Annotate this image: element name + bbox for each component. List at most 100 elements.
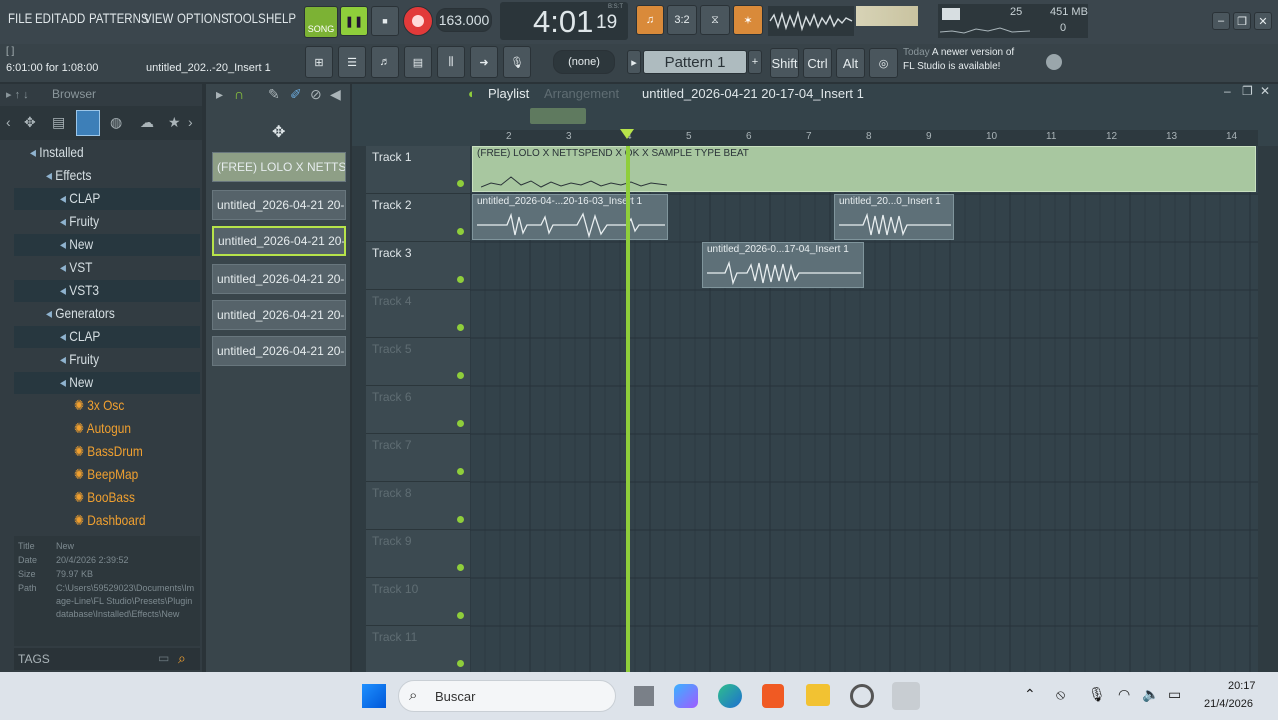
- task-view-icon[interactable]: [634, 686, 654, 706]
- song-mode-toggle[interactable]: SONG: [304, 6, 338, 38]
- menu-options[interactable]: OPTIONS: [177, 10, 229, 26]
- track-mute-led[interactable]: [457, 324, 464, 331]
- move-icon[interactable]: ✥: [24, 114, 36, 131]
- ctrl-key-button[interactable]: Ctrl: [803, 48, 832, 78]
- tree-item-installed[interactable]: ◂ Installed: [30, 144, 84, 161]
- channel-selector[interactable]: (none): [553, 50, 615, 74]
- snap-tool-button[interactable]: ⊞: [305, 46, 333, 78]
- track-header[interactable]: Track 1: [366, 146, 470, 194]
- track-header[interactable]: Track 7: [366, 434, 470, 482]
- copilot-icon[interactable]: [674, 684, 698, 708]
- track-mute-led[interactable]: [457, 660, 464, 667]
- menu-patterns[interactable]: PATTERNS: [89, 10, 149, 26]
- track-mute-led[interactable]: [457, 564, 464, 571]
- clip-picker-item[interactable]: untitled_2026-04-21 20-...: [212, 190, 346, 220]
- menu-view[interactable]: VIEW: [144, 10, 173, 26]
- metronome-button[interactable]: ♫: [636, 5, 664, 35]
- pattern-selector[interactable]: Pattern 1: [643, 50, 747, 74]
- network-off-icon[interactable]: ⦸: [1056, 686, 1065, 703]
- tree-item-boobass[interactable]: ✺ BooBass: [74, 489, 135, 506]
- pattern-add-button[interactable]: +: [748, 50, 762, 74]
- cloud-icon[interactable]: ☁: [140, 114, 154, 131]
- tree-item-effects[interactable]: ◂ Effects: [46, 167, 91, 184]
- picker-move-icon[interactable]: ✥: [272, 122, 285, 142]
- tree-item-beepmap[interactable]: ✺ BeepMap: [74, 466, 138, 483]
- send-button[interactable]: ➜: [470, 46, 498, 78]
- tree-item-clap[interactable]: ◂ CLAP: [60, 190, 100, 207]
- alt-key-button[interactable]: Alt: [836, 48, 865, 78]
- playlist-scroll-thumb[interactable]: [530, 108, 586, 124]
- minimize-button[interactable]: –: [1212, 12, 1230, 30]
- audio-clip-track2-b[interactable]: untitled_20...0_Insert 1: [834, 194, 954, 240]
- maximize-button[interactable]: ❐: [1233, 12, 1251, 30]
- online-news-button[interactable]: ◎: [869, 48, 898, 78]
- news-panel[interactable]: Today A newer version of FL Studio is av…: [903, 46, 1069, 78]
- wait-input-button[interactable]: ⧖: [700, 5, 730, 35]
- expand-icon[interactable]: ›: [188, 114, 193, 130]
- brush-icon[interactable]: ✐: [290, 86, 302, 103]
- obs-icon[interactable]: [850, 684, 874, 708]
- wifi-icon[interactable]: ◠: [1118, 686, 1130, 703]
- pl-maximize-icon[interactable]: ❐: [1242, 84, 1253, 98]
- audio-clip-track2-a[interactable]: untitled_2026-04-...20-16-03_Insert 1: [472, 194, 668, 240]
- audio-clip-track3[interactable]: untitled_2026-0...17-04_Insert 1: [702, 242, 864, 288]
- track-header[interactable]: Track 4: [366, 290, 470, 338]
- playlist-button[interactable]: ☰: [338, 46, 366, 78]
- star-icon[interactable]: ★: [168, 114, 181, 131]
- playlist-grid[interactable]: (FREE) LOLO X NETTSPEND X OK X SAMPLE TY…: [470, 146, 1258, 672]
- edge-icon[interactable]: [718, 684, 742, 708]
- track-header[interactable]: Track 9: [366, 530, 470, 578]
- folder-icon[interactable]: ▭: [158, 651, 169, 665]
- tree-item-autogun[interactable]: ✺ Autogun: [74, 420, 131, 437]
- plugin-database-icon[interactable]: [76, 110, 100, 136]
- tree-item-dashboard[interactable]: ✺ Dashboard: [74, 512, 146, 529]
- tree-item-new[interactable]: ◂ New: [60, 374, 93, 391]
- pl-minimize-icon[interactable]: –: [1224, 84, 1231, 98]
- tree-item-fruity[interactable]: ◂ Fruity: [60, 351, 99, 368]
- audio-clip-beat[interactable]: (FREE) LOLO X NETTSPEND X OK X SAMPLE TY…: [472, 146, 1256, 192]
- tree-item-vst[interactable]: ◂ VST: [60, 259, 92, 276]
- pattern-prev-button[interactable]: ▸: [627, 50, 641, 74]
- search-icon[interactable]: ⌕: [178, 650, 186, 667]
- track-mute-led[interactable]: [457, 372, 464, 379]
- chevron-up-icon[interactable]: ⌃: [1024, 686, 1036, 703]
- globe-icon[interactable]: ◍: [110, 114, 122, 131]
- clock-date[interactable]: 21/4/2026: [1204, 698, 1253, 710]
- countdown-button[interactable]: 3:2: [667, 5, 697, 35]
- track-mute-led[interactable]: [457, 468, 464, 475]
- time-display[interactable]: 4:01 19 B:S:T: [500, 2, 628, 40]
- fl-studio-taskbar-icon[interactable]: [892, 682, 920, 710]
- tree-item-bassdrum[interactable]: ✺ BassDrum: [74, 443, 143, 460]
- menu-edit[interactable]: EDIT: [35, 10, 61, 26]
- loop-record-button[interactable]: ✶: [733, 5, 763, 35]
- volume-icon[interactable]: 🔈: [1142, 686, 1159, 703]
- piano-roll-button[interactable]: ♬: [371, 46, 399, 78]
- track-mute-led[interactable]: [457, 180, 464, 187]
- news-globe-icon[interactable]: [1046, 54, 1062, 70]
- menu-add[interactable]: ADD: [61, 10, 85, 26]
- track-header[interactable]: Track 10: [366, 578, 470, 626]
- pause-button[interactable]: ❚❚: [340, 6, 368, 36]
- delete-icon[interactable]: ⊘: [310, 86, 322, 103]
- file-explorer-icon[interactable]: [806, 684, 830, 706]
- menu-help[interactable]: HELP: [266, 10, 296, 26]
- track-header[interactable]: Track 3: [366, 242, 470, 290]
- clock-time[interactable]: 20:17: [1228, 680, 1256, 692]
- close-button[interactable]: ✕: [1254, 12, 1272, 30]
- windows-start-icon[interactable]: [362, 684, 386, 708]
- microphone-icon[interactable]: 🎙: [1088, 686, 1106, 703]
- clip-picker-item[interactable]: untitled_2026-04-21 20-...: [212, 226, 346, 256]
- track-mute-led[interactable]: [457, 612, 464, 619]
- track-header[interactable]: Track 6: [366, 386, 470, 434]
- menu-file[interactable]: FILE: [8, 10, 32, 26]
- magnet-icon[interactable]: ∩: [234, 86, 244, 102]
- mixer-button[interactable]: ⫼: [437, 46, 465, 78]
- play-arrow-icon[interactable]: ▸: [216, 86, 223, 103]
- battery-icon[interactable]: ▭: [1168, 686, 1181, 703]
- clip-picker-item[interactable]: untitled_2026-04-21 20-...: [212, 300, 346, 330]
- tree-item-fruity[interactable]: ◂ Fruity: [60, 213, 99, 230]
- tree-item-3x-osc[interactable]: ✺ 3x Osc: [74, 397, 124, 414]
- playlist-tools[interactable]: ▸ ∩ ✎ ✐ ⊘ ◀: [212, 86, 352, 104]
- track-header[interactable]: Track 2: [366, 194, 470, 242]
- brave-icon[interactable]: [762, 684, 784, 708]
